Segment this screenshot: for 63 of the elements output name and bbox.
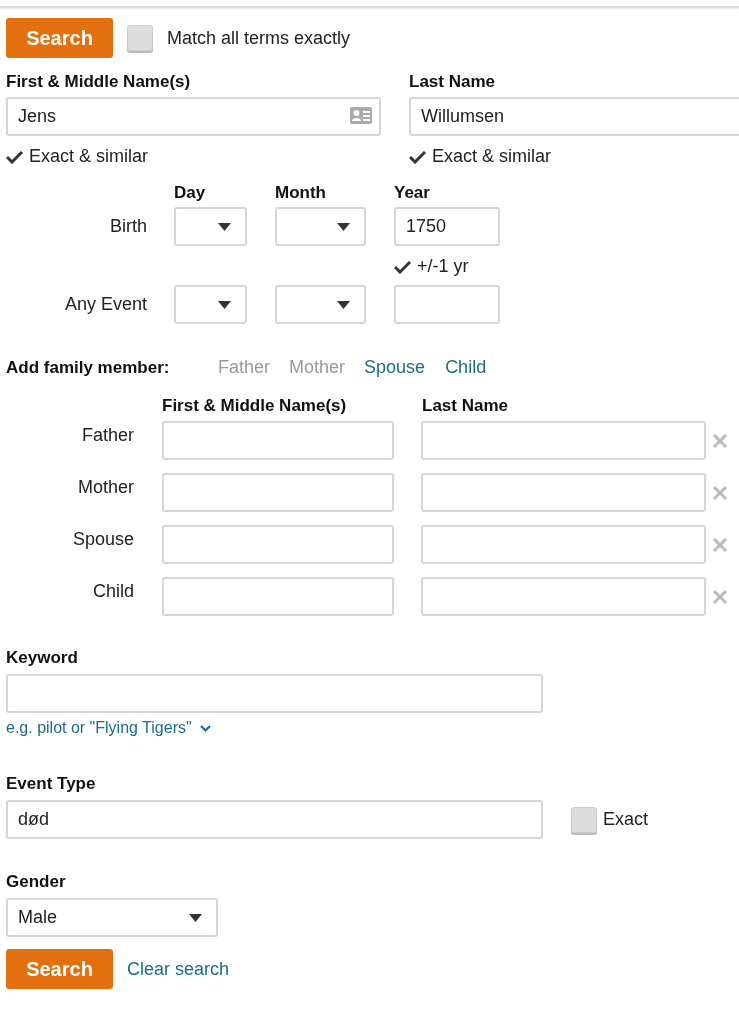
match-checkbox[interactable] [127, 25, 153, 51]
name-field[interactable]: Jens [6, 97, 381, 136]
first-name-field[interactable] [162, 473, 394, 512]
column-header: Month [275, 183, 327, 203]
keyword-field[interactable] [6, 674, 543, 713]
caret-icon [189, 913, 202, 922]
day-select[interactable] [174, 207, 247, 246]
caret-icon [218, 222, 231, 231]
relative-label: Child [91, 581, 134, 602]
relative-label: Father [80, 425, 134, 446]
match-option: Exact & similar [29, 146, 149, 167]
last-name-field[interactable] [421, 421, 706, 460]
search-button[interactable]: Search [6, 18, 113, 58]
family-label: Add family member: [6, 357, 171, 378]
year-range-option: +/-1 yr [417, 256, 469, 277]
check-icon [394, 259, 411, 274]
caret-icon [337, 300, 350, 309]
exact-checkbox[interactable] [571, 806, 597, 833]
field-label: Gender [6, 872, 67, 892]
search-button[interactable]: Search [6, 949, 113, 989]
field-label: Last Name [409, 72, 496, 92]
first-name-field[interactable] [162, 421, 394, 460]
field-label: Event Type [6, 774, 97, 794]
name-field[interactable]: Willumsen [409, 97, 739, 136]
first-name-field[interactable] [162, 577, 394, 616]
example-hint-link[interactable]: e.g. pilot or "Flying Tigers" [6, 719, 192, 737]
caret-icon [218, 300, 231, 309]
column-header: Year [394, 183, 431, 203]
field-label: First & Middle Name(s) [6, 72, 192, 92]
column-header: Day [174, 183, 207, 203]
column-header: First & Middle Name(s) [162, 396, 348, 416]
field-label: Keyword [6, 648, 79, 668]
family-link[interactable]: Spouse [364, 357, 426, 378]
event-type-field[interactable]: død [6, 800, 543, 839]
clear-search-link[interactable]: Clear search [127, 958, 230, 980]
match-option: Exact & similar [432, 146, 552, 167]
checkbox-label: Exact [603, 809, 649, 830]
relative-label: Mother [76, 477, 134, 498]
contact-card-icon [350, 107, 372, 124]
day-select[interactable] [174, 285, 247, 324]
remove-icon[interactable] [713, 537, 727, 552]
event-label: Any Event [63, 294, 147, 315]
year-field[interactable] [394, 285, 500, 324]
chevron-down-icon[interactable] [199, 724, 211, 732]
family-link[interactable]: Child [445, 357, 487, 378]
year-field[interactable]: 1750 [394, 207, 500, 246]
remove-icon[interactable] [713, 433, 727, 448]
caret-icon [337, 222, 350, 231]
event-label: Birth [109, 216, 147, 237]
checkbox-label: Match all terms exactly [167, 27, 351, 49]
remove-icon[interactable] [713, 485, 727, 500]
month-select[interactable] [275, 285, 366, 324]
last-name-field[interactable] [421, 525, 706, 564]
last-name-field[interactable] [421, 577, 706, 616]
first-name-field[interactable] [162, 525, 394, 564]
check-icon [6, 149, 23, 164]
last-name-field[interactable] [421, 473, 706, 512]
relative-label: Spouse [71, 529, 134, 550]
month-select[interactable] [275, 207, 366, 246]
remove-icon[interactable] [713, 589, 727, 604]
check-icon [409, 149, 426, 164]
column-header: Last Name [422, 396, 509, 416]
gender-select[interactable]: Male [6, 898, 218, 937]
